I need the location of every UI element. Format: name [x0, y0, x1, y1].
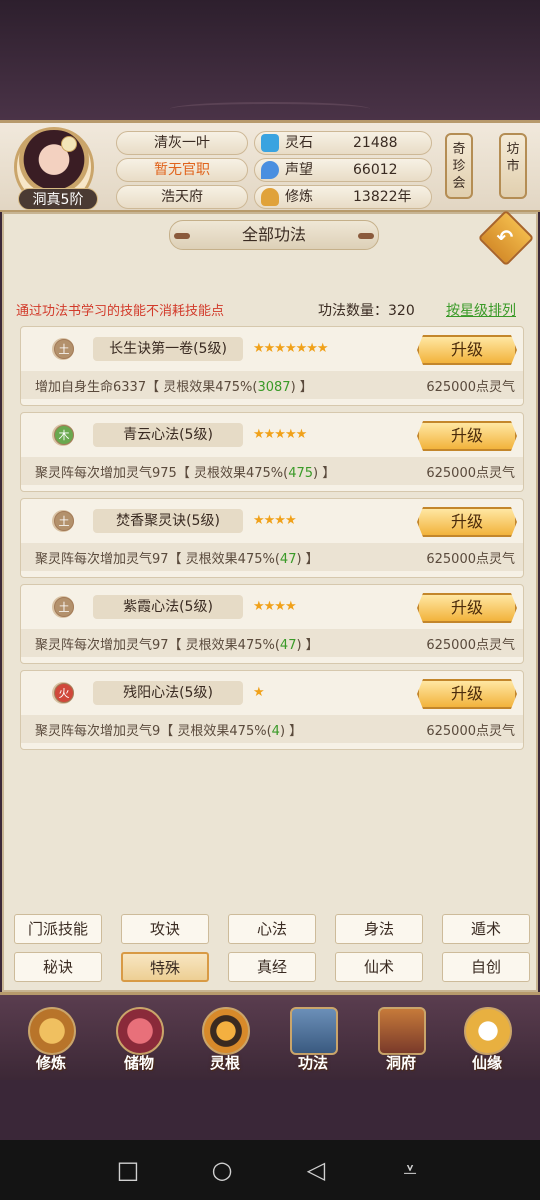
nav-cave[interactable]: 洞府: [366, 1001, 436, 1079]
upgrade-button[interactable]: 升级: [417, 421, 517, 451]
upgrade-button[interactable]: 升级: [417, 507, 517, 537]
stat-spirit-stone: 灵石 21488: [254, 131, 432, 155]
earth-element-icon: 土: [54, 597, 74, 617]
skill-name: 青云心法(5级): [93, 423, 243, 447]
nav-storage[interactable]: 储物: [104, 1001, 174, 1079]
nav-spirit-root[interactable]: 灵根: [190, 1001, 260, 1079]
skill-effect: 聚灵阵每次增加灵气97【 灵根效果475%(47) 】: [35, 638, 319, 653]
stat-reputation: 声望 66012: [254, 158, 432, 182]
meditation-icon: [261, 188, 279, 206]
star-rating: ★★★★: [253, 599, 297, 614]
skill-cost: 625000点灵气: [426, 466, 515, 481]
recent-apps-icon[interactable]: □: [114, 1156, 142, 1184]
element-badge: 土: [39, 509, 87, 533]
player-name: 清灰一叶: [116, 131, 248, 155]
skill-count: 功法数量：320: [318, 303, 415, 319]
earth-element-icon: 土: [54, 511, 74, 531]
skills-panel: 全部功法 ↶ 通过功法书学习的技能不消耗技能点 功法数量：320 按星级排列 土…: [2, 209, 538, 992]
notice-text: 通过功法书学习的技能不消耗技能点: [16, 304, 225, 319]
skill-cost: 625000点灵气: [426, 552, 515, 567]
element-badge: 木: [39, 423, 87, 447]
treasure-fair-button[interactable]: 奇珍会: [445, 133, 473, 199]
top-background: [0, 0, 540, 120]
player-position: 暂无官职: [116, 158, 248, 182]
tab-body[interactable]: 身法: [335, 914, 423, 944]
cave-dwelling-icon: [378, 1007, 426, 1055]
player-residence: 浩天府: [116, 185, 248, 209]
skill-cost: 625000点灵气: [426, 638, 515, 653]
skill-effect: 聚灵阵每次增加灵气975【 灵根效果475%(475) 】: [35, 466, 336, 481]
nav-fate[interactable]: 仙缘: [452, 1001, 522, 1079]
skill-card: 土 焚香聚灵诀(5级) ★★★★ 升级 聚灵阵每次增加灵气97【 灵根效果475…: [20, 498, 524, 578]
bottom-background: [0, 1080, 540, 1140]
back-arrow-icon: ↶: [496, 224, 514, 249]
skill-card: 木 青云心法(5级) ★★★★★ 升级 聚灵阵每次增加灵气975【 灵根效果47…: [20, 412, 524, 492]
player-header: 洞真5阶 清灰一叶 暂无官职 浩天府 灵石 21488 声望 66012 修炼 …: [0, 120, 540, 212]
skill-cost: 625000点灵气: [426, 380, 515, 395]
skill-cost: 625000点灵气: [426, 724, 515, 739]
spirit-root-icon: [202, 1007, 250, 1055]
home-icon[interactable]: ○: [208, 1156, 236, 1184]
nav-cultivate[interactable]: 修炼: [16, 1001, 86, 1079]
tab-mind[interactable]: 心法: [228, 914, 316, 944]
element-badge: 土: [39, 595, 87, 619]
skill-card: 火 残阳心法(5级) ★ 升级 聚灵阵每次增加灵气9【 灵根效果475%(4) …: [20, 670, 524, 750]
skill-effect: 聚灵阵每次增加灵气97【 灵根效果475%(47) 】: [35, 552, 319, 567]
bottom-navigation: 修炼 储物 灵根 功法 洞府 仙缘: [0, 992, 540, 1080]
top-ornament: [170, 102, 370, 116]
cultivate-icon: [28, 1007, 76, 1055]
market-button[interactable]: 坊市: [499, 133, 527, 199]
tab-sect-skills[interactable]: 门派技能: [14, 914, 102, 944]
tab-immortal-arts[interactable]: 仙术: [335, 952, 423, 982]
fire-element-icon: 火: [54, 683, 74, 703]
rank-badge: 洞真5阶: [18, 188, 98, 210]
earth-element-icon: 土: [54, 339, 74, 359]
skill-effect: 聚灵阵每次增加灵气9【 灵根效果475%(4) 】: [35, 724, 303, 739]
hairpin-icon: [61, 136, 77, 152]
element-badge: 火: [39, 681, 87, 705]
star-rating: ★★★★★: [253, 427, 307, 442]
upgrade-button[interactable]: 升级: [417, 593, 517, 623]
system-navigation-bar: □ ○ ◁ ⩡: [0, 1140, 540, 1200]
nav-skills[interactable]: 功法: [278, 1001, 348, 1079]
panel-title: 全部功法: [169, 220, 379, 250]
skill-book-icon: [290, 1007, 338, 1055]
tab-secret[interactable]: 秘诀: [14, 952, 102, 982]
star-rating: ★★★★★★★: [253, 341, 329, 356]
tab-special[interactable]: 特殊: [121, 952, 209, 982]
skill-card: 土 长生诀第一卷(5级) ★★★★★★★ 升级 增加自身生命6337【 灵根效果…: [20, 326, 524, 406]
tab-self-created[interactable]: 自创: [442, 952, 530, 982]
skill-card: 土 紫霞心法(5级) ★★★★ 升级 聚灵阵每次增加灵气97【 灵根效果475%…: [20, 584, 524, 664]
tab-scripture[interactable]: 真经: [228, 952, 316, 982]
upgrade-button[interactable]: 升级: [417, 335, 517, 365]
tab-escape[interactable]: 遁术: [442, 914, 530, 944]
upgrade-button[interactable]: 升级: [417, 679, 517, 709]
skill-name: 紫霞心法(5级): [93, 595, 243, 619]
skill-name: 残阳心法(5级): [93, 681, 243, 705]
skill-name: 长生诀第一卷(5级): [93, 337, 243, 361]
back-icon[interactable]: ◁: [302, 1156, 330, 1184]
sort-by-star-link[interactable]: 按星级排列: [446, 300, 516, 320]
back-button[interactable]: ↶: [477, 209, 535, 267]
star-rating: ★★★★: [253, 513, 297, 528]
gem-icon: [261, 134, 279, 152]
wood-element-icon: 木: [54, 425, 74, 445]
storage-bag-icon: [116, 1007, 164, 1055]
skill-effect: 增加自身生命6337【 灵根效果475%(3087) 】: [35, 380, 313, 395]
skill-name: 焚香聚灵诀(5级): [93, 509, 243, 533]
element-badge: 土: [39, 337, 87, 361]
notification-pull-icon[interactable]: ⩡: [396, 1156, 424, 1184]
star-rating: ★: [253, 685, 265, 700]
stat-cultivation: 修炼 13822年: [254, 185, 432, 209]
fate-gourd-icon: [464, 1007, 512, 1055]
tab-attack[interactable]: 攻诀: [121, 914, 209, 944]
drop-icon: [261, 161, 279, 179]
